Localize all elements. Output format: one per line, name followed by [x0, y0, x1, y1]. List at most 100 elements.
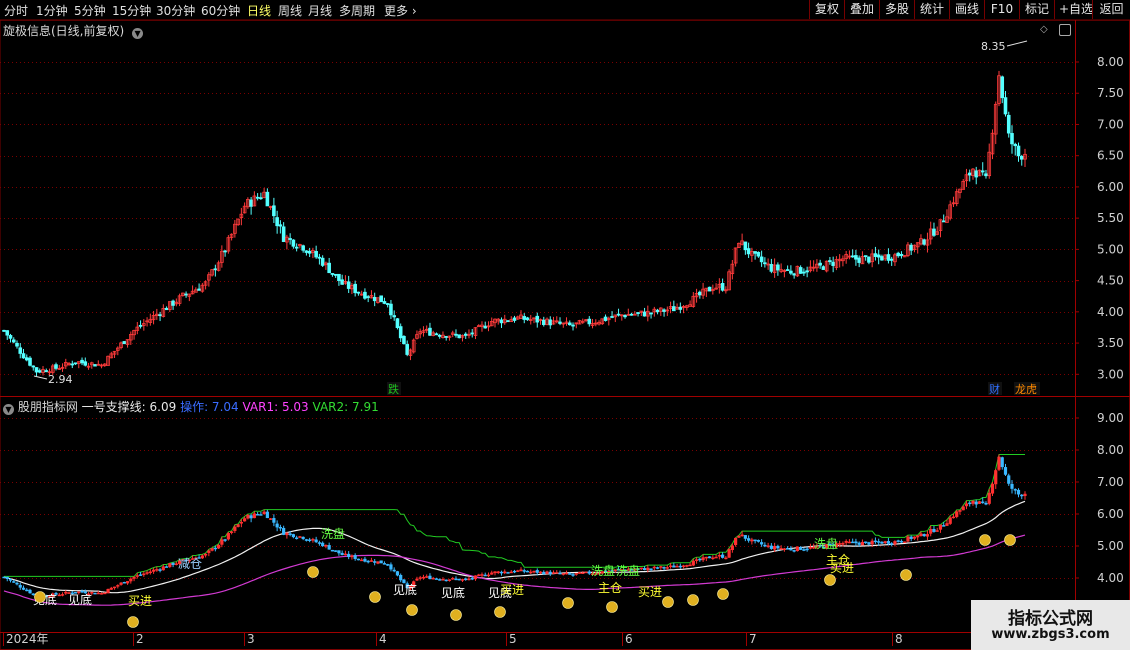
window-icon[interactable] — [1059, 24, 1071, 36]
indicator-candle-body — [561, 573, 565, 575]
candle-body — [164, 307, 169, 311]
candle-body — [346, 281, 351, 289]
indicator-candle-body — [958, 510, 962, 512]
indicator-candle-body — [971, 500, 975, 504]
indicator-candle-body — [15, 582, 19, 585]
candle-body — [24, 357, 29, 361]
indicator-candle-body — [327, 545, 331, 550]
indicator-candle-body — [447, 579, 452, 581]
indicator-candle-body — [457, 578, 461, 581]
indicator-candle-body — [1016, 489, 1021, 495]
indicator-candle-body — [704, 556, 708, 559]
indicator-candle-body — [464, 578, 468, 581]
candle-body — [678, 306, 683, 310]
indicator-candle-body — [376, 561, 380, 564]
candle-body — [743, 241, 748, 251]
max-price-label: 8.35 — [981, 40, 1006, 53]
candle-body — [974, 170, 979, 178]
candle-body — [587, 318, 592, 325]
candle-body — [385, 303, 390, 305]
indicator-candle-body — [454, 578, 458, 581]
indicator-candle-body — [734, 537, 738, 546]
indicator-candle-body — [896, 540, 900, 542]
candle-body — [707, 286, 712, 292]
candle-body — [876, 254, 881, 258]
indicator-candle-body — [870, 540, 874, 545]
indicator-candle-body — [125, 581, 130, 584]
indicator-candle-body — [220, 539, 224, 545]
candle-body — [2, 329, 6, 332]
time-tick-label: 8 — [895, 632, 903, 646]
chevron-down-icon[interactable]: ▼ — [132, 28, 144, 39]
indicator-candle-body — [158, 569, 162, 571]
candle-body — [623, 314, 627, 318]
indicator-candle-body — [984, 502, 988, 505]
indicator-candle-body — [444, 579, 448, 582]
candle-body — [941, 220, 946, 223]
candle-body — [818, 262, 822, 266]
indicator-candle-body — [116, 585, 120, 587]
candle-body — [83, 361, 88, 366]
candle-body — [1010, 133, 1014, 145]
indicator-candle-body — [421, 576, 426, 579]
indicator-candle-body — [899, 540, 904, 543]
indicator-candle-body — [366, 560, 370, 563]
indicator-candle-body — [571, 574, 575, 576]
kline-chart[interactable]: 8.00 7.50 7.00 6.50 6.00 5.50 5.00 4.50 4.00 3.50… — [0, 0, 1130, 650]
indicator-candle-body — [642, 568, 647, 570]
diamond-icon[interactable]: ◇ — [1040, 24, 1052, 36]
candle-body — [1000, 76, 1005, 99]
indicator-candle-body — [259, 514, 263, 516]
signal-label: 洗盘 — [616, 563, 640, 578]
price-axis: 8.00 7.50 7.00 6.50 6.00 5.50 5.00 4.50 4.00 3.50… — [1075, 55, 1124, 381]
indicator-candle-body — [151, 569, 156, 572]
candle-body — [789, 270, 793, 274]
indicator-candle-body — [57, 594, 61, 597]
indicator-candle-body — [773, 545, 777, 550]
indicator-candle-body — [213, 547, 217, 550]
indicator-candle-body — [132, 576, 136, 579]
indicator-candle-body — [451, 577, 455, 580]
candle-body — [288, 238, 292, 240]
time-tick-label: 2024年 — [6, 632, 49, 646]
indicator-candle-body — [1007, 475, 1011, 484]
indicator-candle-body — [740, 534, 744, 537]
candle-body — [463, 333, 468, 336]
candle-body — [850, 255, 855, 258]
signal-label: 买进 — [830, 561, 854, 575]
money-bag-icon — [406, 604, 418, 616]
candle-body — [249, 199, 253, 207]
candle-body — [314, 250, 318, 258]
candlestick-series — [2, 70, 1027, 377]
candle-body — [21, 353, 26, 359]
indicator-candle-body — [994, 470, 998, 485]
indicator-candle-body — [737, 535, 741, 538]
indicator-candle-body — [2, 576, 6, 579]
candle-body — [932, 228, 936, 236]
indicator-candle-body — [916, 535, 920, 538]
indicator-candle-body — [877, 541, 881, 543]
indicator-candle-body — [203, 553, 208, 556]
candle-body — [366, 296, 370, 298]
indicator-candle-body — [938, 524, 943, 530]
money-bag-icon — [717, 588, 729, 600]
indicator-candle-body — [961, 506, 965, 511]
money-bag-icon — [562, 597, 574, 609]
indicator-candle-body — [756, 539, 760, 542]
candle-body — [753, 251, 757, 254]
candle-body — [802, 271, 806, 274]
indicator-candle-body — [655, 567, 660, 569]
indicator-tick-label: 4.00 — [1097, 571, 1124, 585]
signal-label: 主仓 — [598, 581, 622, 595]
chevron-down-icon[interactable]: ▼ — [3, 404, 14, 415]
indicator-tick-label: 7.00 — [1097, 475, 1124, 489]
indicator-candle-body — [161, 566, 165, 571]
signal-label: 买进 — [128, 594, 152, 608]
candle-body — [307, 250, 312, 254]
indicator-tick-label: 9.00 — [1097, 411, 1124, 425]
indicator-candle-body — [311, 539, 315, 541]
candle-body — [8, 335, 13, 339]
time-tick-label: 2 — [136, 632, 144, 646]
candle-body — [389, 303, 393, 316]
indicator-candle-body — [990, 483, 995, 494]
